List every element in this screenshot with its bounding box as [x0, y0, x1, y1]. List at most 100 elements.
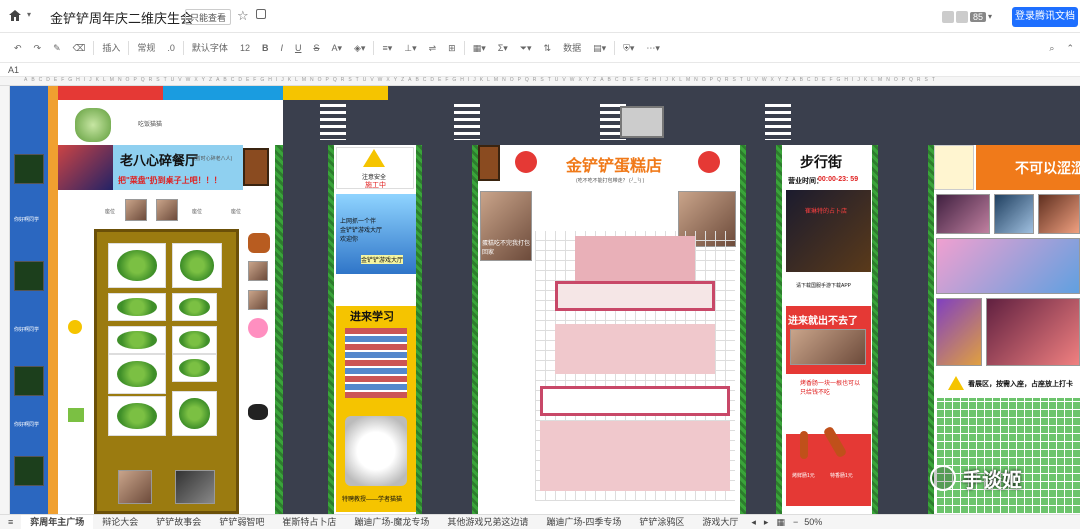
road-vertical [878, 145, 928, 514]
column-headers[interactable]: ABCDEFGHIJKLMNOPQRSTUVWXYZABCDEFGHIJKLMN… [0, 77, 1080, 86]
avatar-photo [248, 261, 268, 281]
watermark: 手谈姬 [930, 458, 1060, 498]
avatar [956, 10, 968, 23]
format-painter-icon[interactable]: ✎ [47, 38, 67, 58]
filter-icon[interactable]: ⏷▾ [514, 38, 538, 58]
thumbnail-image [14, 154, 44, 184]
cabbage-cat-image [75, 108, 111, 142]
decimal-button[interactable]: .0 [161, 38, 181, 58]
view-mode-badge[interactable]: 只能查看 [185, 9, 232, 25]
sheet-tab[interactable]: 游戏大厅 [693, 515, 747, 530]
login-button[interactable]: 登录腾讯文档 [1012, 7, 1078, 27]
align-icon[interactable]: ≡▾ [376, 38, 398, 58]
avatar-photo [125, 199, 147, 221]
sheet-tab[interactable]: 其他游戏兄弟这边请 [438, 515, 537, 530]
poster-image [175, 470, 215, 504]
cabbage-icon [68, 408, 84, 422]
sheet-list-icon[interactable]: ≡ [0, 515, 21, 530]
merge-icon[interactable]: ⊞ [442, 38, 462, 58]
strikethrough-button[interactable]: S [307, 38, 325, 58]
art-image [1038, 194, 1080, 234]
home-icon[interactable] [8, 9, 22, 22]
protect-icon[interactable]: ⛨▾ [617, 38, 640, 58]
row-headers[interactable] [0, 86, 10, 514]
hall-line2: 金铲铲游戏大厅 [340, 228, 383, 234]
valign-icon[interactable]: ⊥▾ [398, 38, 422, 58]
sheet-tab[interactable]: 弈周年主广场 [21, 514, 94, 530]
emoji-icon [68, 320, 82, 334]
next-sheet-icon[interactable]: ▸ [760, 515, 773, 530]
collaborators[interactable]: 85 ▾ [942, 9, 992, 24]
sausage-price-2: 特香肠1元 [830, 473, 853, 479]
font-size-select[interactable]: 12 [234, 38, 256, 58]
sausage-icon [800, 431, 808, 459]
divider [182, 40, 184, 55]
sheet-tab[interactable]: 蹦迪广场-魔龙专场 [345, 515, 438, 530]
number-format-select[interactable]: 常规 [131, 38, 161, 58]
italic-button[interactable]: I [274, 38, 289, 58]
zoom-level[interactable]: 50% [802, 515, 824, 530]
formula-bar[interactable]: A1 [0, 63, 1080, 77]
thumbnail-image [14, 456, 44, 486]
insert-button[interactable]: 插入 [96, 38, 126, 58]
sheet-tab[interactable]: 辩论大会 [93, 515, 147, 530]
prev-sheet-icon[interactable]: ◂ [747, 515, 760, 530]
side-label: 你好啊同学 [14, 327, 40, 333]
chevron-down-icon[interactable]: ▾ [27, 10, 31, 19]
fortune-shop-image [786, 190, 871, 272]
bold-button[interactable]: B [256, 38, 275, 58]
left-stripe [48, 86, 58, 514]
comment-icon[interactable] [256, 9, 266, 19]
fill-color-icon[interactable]: ◈▾ [348, 38, 371, 58]
redo-icon[interactable]: ↷ [28, 38, 48, 58]
guard-booth [620, 106, 664, 138]
thumbnail-image [14, 366, 44, 396]
sheet-tab[interactable]: 铲铲故事会 [147, 515, 210, 530]
cabbage-dog-image [118, 470, 152, 504]
sheet-tab[interactable]: 蹦迪广场-四季专场 [537, 515, 630, 530]
door-icon [478, 145, 500, 181]
collapse-icon[interactable]: ⌃ [1060, 38, 1080, 58]
sheet-tab[interactable]: 铲铲涂鸦区 [630, 515, 693, 530]
black-cat-icon [248, 404, 268, 420]
undo-icon[interactable]: ↶ [8, 38, 28, 58]
sausage-price-1: 烤鲜肠1元 [792, 473, 815, 479]
road-vertical [746, 145, 776, 514]
clear-format-icon[interactable]: ⌫ [67, 38, 92, 58]
sheet-canvas[interactable]: 你好啊同学 你好啊同学 你好啊同学 吃饭猫猫 老八心碎餐厅 (暂时心碎老八人) … [10, 86, 1080, 514]
font-family-select[interactable]: 默认字体 [186, 38, 234, 58]
cat-professor-image [345, 416, 407, 486]
cake-shop-subtitle: (吃不吃不能打包带走？ (╯_╰) ) [576, 178, 645, 184]
road-vertical [283, 145, 328, 514]
title-bar: ▾ 金铲铲周年庆二维庆生会 只能查看 ☆ 85 ▾ 登录腾讯文档 [0, 0, 1080, 33]
border-icon[interactable]: ▦▾ [467, 38, 492, 58]
toolbar: ↶ ↷ ✎ ⌫ 插入 常规 .0 默认字体 12 B I U S A▾ ◈▾ ≡… [0, 33, 1080, 63]
document-title[interactable]: 金铲铲周年庆二维庆生会 [50, 8, 193, 27]
vegetable-image [172, 326, 217, 354]
crosswalk [765, 104, 791, 140]
cake-base [540, 421, 730, 491]
grid-view-icon[interactable]: ▦ [772, 515, 789, 530]
hall-chat: 金铲铲游戏大厅 [361, 255, 404, 264]
data-button[interactable]: 数据 [557, 38, 587, 58]
sheet-tab[interactable]: 崔斯特占卜店 [273, 515, 345, 530]
side-label: 你好啊同学 [14, 422, 40, 428]
vegetable-image [172, 391, 217, 436]
vegetable-image [108, 243, 166, 288]
font-color-icon[interactable]: A▾ [325, 38, 348, 58]
chart-icon[interactable]: ▤▾ [587, 38, 612, 58]
star-icon[interactable]: ☆ [237, 8, 249, 24]
escape-title: 进来就出不去了 [788, 316, 858, 327]
left-panel [10, 86, 48, 514]
sort-icon[interactable]: ⇅ [538, 38, 558, 58]
vegetable-image [108, 293, 166, 321]
wrap-icon[interactable]: ⇌ [423, 38, 443, 58]
underline-button[interactable]: U [289, 38, 308, 58]
zoom-out-icon[interactable]: − [789, 515, 802, 530]
search-icon[interactable]: ⌕ [1043, 38, 1060, 58]
sheet-tab[interactable]: 铲铲弱智吧 [210, 515, 273, 530]
sum-icon[interactable]: Σ▾ [492, 38, 514, 58]
chevron-down-icon: ▾ [988, 12, 993, 21]
door-icon [243, 148, 269, 186]
more-icon[interactable]: ⋯▾ [640, 38, 666, 58]
